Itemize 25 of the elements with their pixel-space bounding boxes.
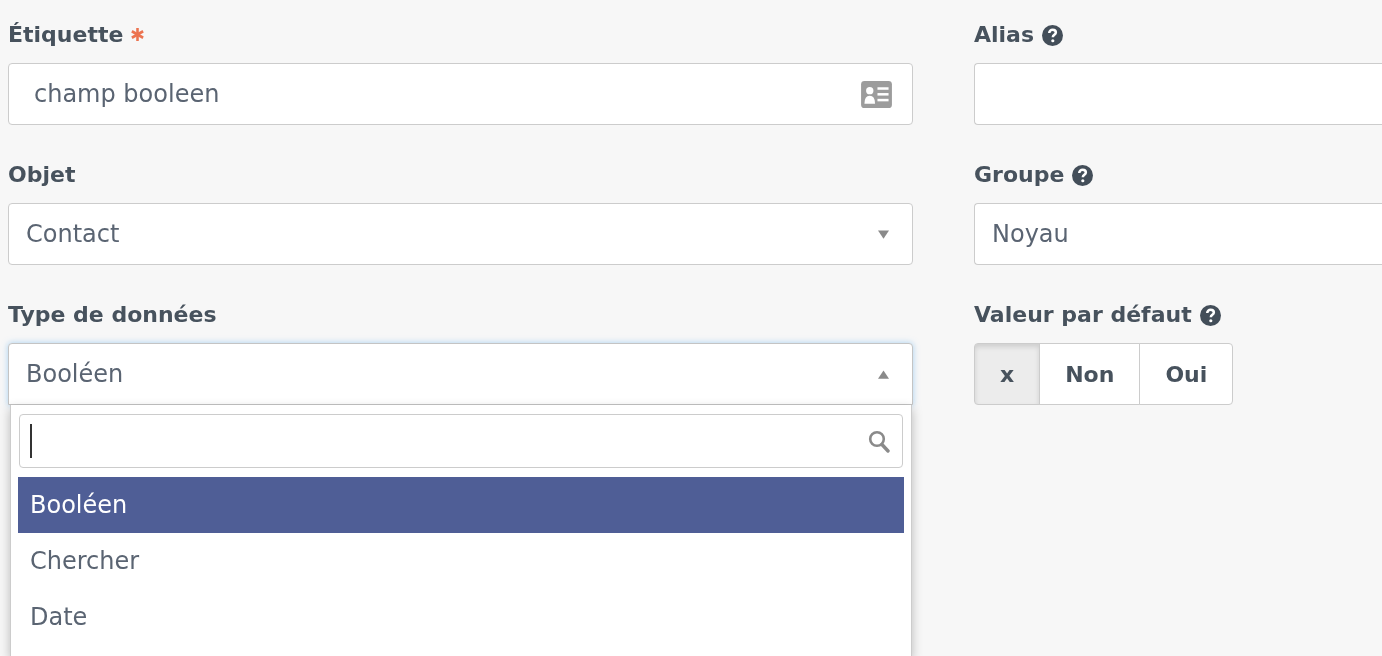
text-input[interactable] [974,63,1382,125]
help-icon[interactable] [1199,304,1221,326]
toggle-button[interactable]: Oui [1139,343,1234,405]
field-label: Valeur par défaut [974,301,1192,329]
select-field[interactable]: Contact [8,203,913,265]
field-label: Type de données [8,301,217,329]
select-field[interactable]: Booléen [8,343,913,405]
help-icon[interactable] [1072,164,1094,186]
caret-up-icon [878,369,889,379]
toggle-button[interactable]: x [974,343,1041,405]
text-input[interactable]: champ booleen [8,63,913,125]
search-input[interactable] [19,414,903,468]
contact-card-icon [861,80,892,108]
dropdown-option[interactable]: Date [18,589,904,645]
caret-down-icon [878,229,889,239]
field-label: Alias [974,21,1035,49]
field-label: Groupe [974,161,1065,189]
dropdown-option[interactable]: Booléen [18,477,904,533]
help-icon[interactable] [1042,24,1064,46]
search-icon [868,429,890,453]
field-label: Objet [8,161,76,189]
select-field[interactable]: Noyau [974,203,1382,265]
field-label: Étiquette [8,21,124,49]
toggle-button[interactable]: Non [1039,343,1141,405]
dropdown-option[interactable]: Chercher [18,533,904,589]
